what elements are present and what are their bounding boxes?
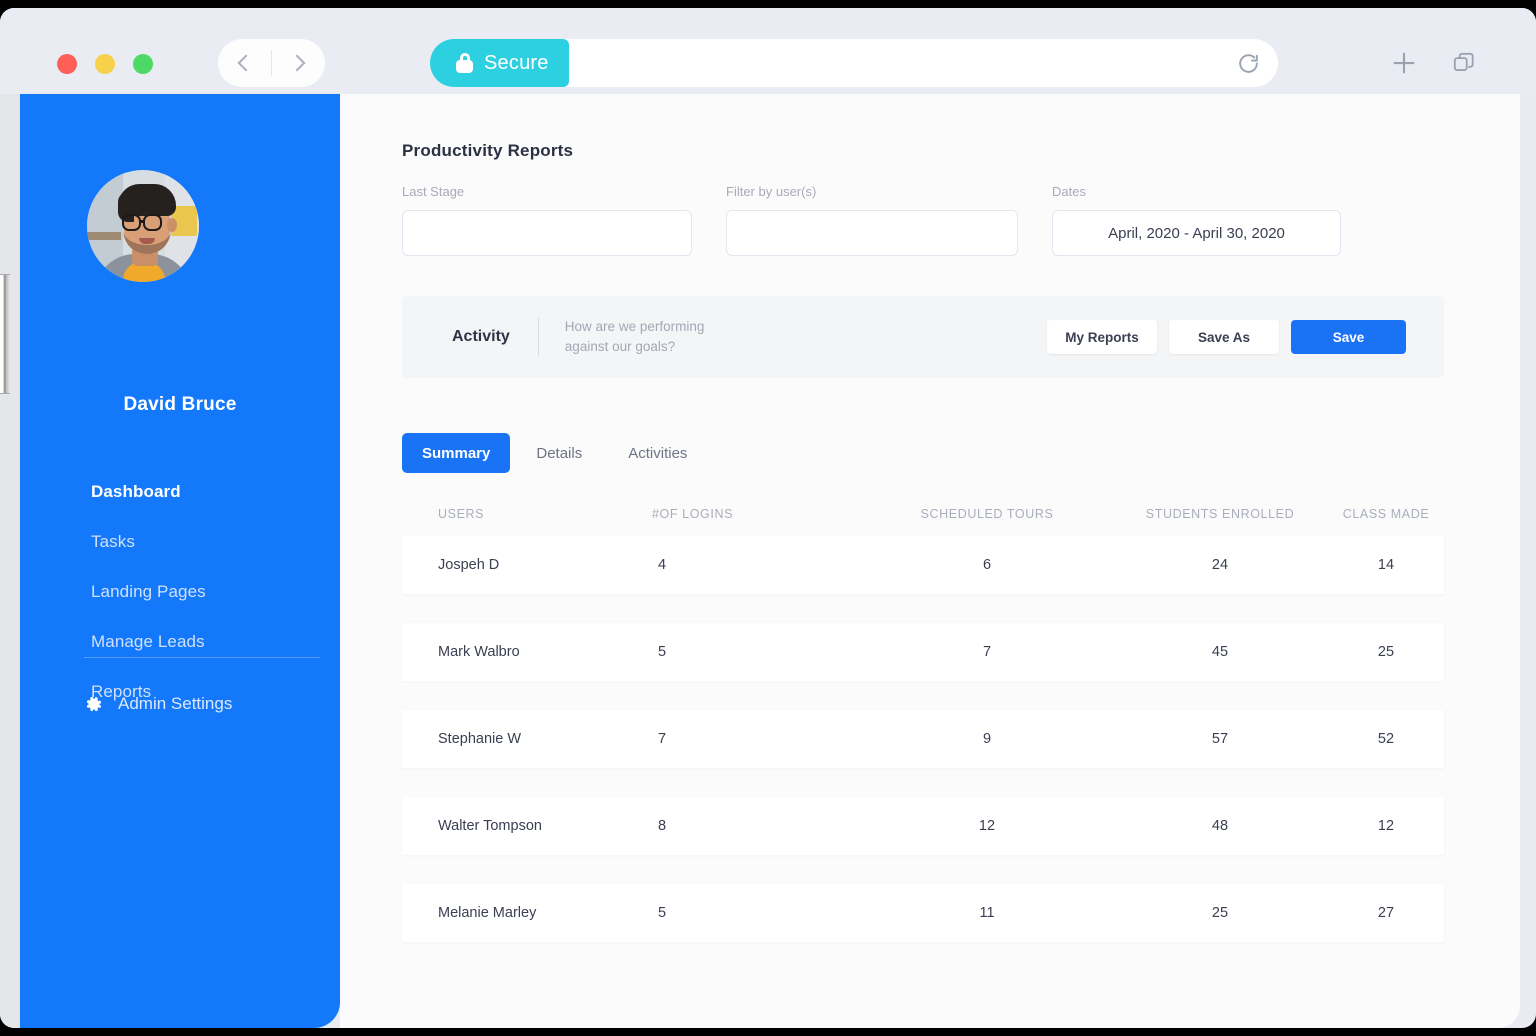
cell-user: Mark Walbro [438, 644, 520, 660]
table-row[interactable]: Melanie Marley 5 11 25 27 [402, 884, 1444, 942]
sidebar-item-admin-settings[interactable]: Admin Settings [84, 694, 232, 714]
field-dates-label: Dates [1052, 184, 1086, 199]
copy-tabs-icon [1453, 52, 1474, 71]
forward-button[interactable] [272, 39, 325, 87]
cell-user: Stephanie W [438, 731, 522, 747]
table-row[interactable]: Mark Walbro 5 7 45 25 [402, 623, 1444, 681]
maximize-window-button[interactable] [133, 54, 153, 74]
chevron-right-icon [288, 54, 306, 72]
cell-user: Jospeh D [438, 557, 500, 573]
lock-icon [456, 53, 473, 73]
reload-icon [1238, 53, 1258, 73]
activity-subtitle-line1: How are we performing [564, 318, 705, 334]
field-users-label: Filter by user(s) [726, 184, 817, 199]
secure-label: Secure [484, 51, 549, 74]
sidebar-item-manage-leads[interactable]: Manage Leads [20, 617, 340, 667]
sidebar-nav: Dashboard Tasks Landing Pages Manage Lea… [20, 467, 340, 717]
chevron-left-icon [237, 54, 255, 72]
minimize-window-button[interactable] [95, 54, 115, 74]
cell-enrolled: 45 [1211, 644, 1229, 660]
activity-divider [537, 318, 539, 356]
browser-toolbar: Secure [0, 8, 1536, 94]
gear-icon [86, 696, 102, 711]
field-last-stage: Last Stage [402, 184, 692, 256]
save-button[interactable]: Save [1291, 320, 1406, 354]
back-button[interactable] [218, 39, 271, 87]
secure-badge: Secure [430, 39, 569, 87]
cell-class-made: 12 [1377, 818, 1395, 834]
address-bar[interactable]: Secure [430, 39, 1278, 87]
field-filter-by-users: Filter by user(s) [726, 184, 1018, 256]
tab-activities[interactable]: Activities [608, 433, 707, 473]
activity-subtitle: How are we performing against our goals? [565, 317, 705, 358]
summary-table: USERS #OF LOGINS SCHEDULED TOURS STUDENT… [402, 492, 1444, 971]
cell-tours: 11 [979, 905, 995, 921]
cell-tours: 7 [982, 644, 992, 660]
tab-details[interactable]: Details [516, 433, 602, 473]
avatar [87, 170, 199, 282]
page-left-gutter [0, 94, 20, 1028]
app-viewport: David Bruce Dashboard Tasks Landing Page… [0, 94, 1536, 1028]
dates-input[interactable]: April, 2020 - April 30, 2020 [1052, 210, 1341, 256]
sidebar-item-landing-pages[interactable]: Landing Pages [20, 567, 340, 617]
reload-button[interactable] [1218, 39, 1278, 87]
filter-by-users-input[interactable] [726, 210, 1018, 256]
browser-window: Secure David Bruce Dashboard Tasks Landi… [0, 8, 1536, 1028]
tab-bar: Summary Details Activities [402, 433, 707, 473]
sidebar-item-tasks[interactable]: Tasks [20, 517, 340, 567]
column-header-students-enrolled: STUDENTS ENROLLED [1145, 507, 1295, 521]
activity-bar: Activity How are we performing against o… [402, 296, 1444, 378]
main-content: Productivity Reports Last Stage Filter b… [340, 94, 1520, 1028]
cell-enrolled: 48 [1211, 818, 1229, 834]
new-tab-button[interactable] [1387, 46, 1421, 80]
my-reports-button[interactable]: My Reports [1047, 320, 1157, 354]
cell-logins: 7 [658, 731, 667, 747]
table-row[interactable]: Stephanie W 7 9 57 52 [402, 710, 1444, 768]
activity-subtitle-line2: against our goals? [564, 339, 676, 354]
plus-icon [1393, 52, 1415, 74]
column-header-users: USERS [438, 507, 485, 521]
field-dates: Dates April, 2020 - April 30, 2020 [1052, 184, 1341, 256]
close-window-button[interactable] [57, 54, 77, 74]
field-last-stage-label: Last Stage [402, 184, 465, 199]
column-header-logins: #OF LOGINS [652, 507, 734, 521]
cell-tours: 9 [982, 731, 992, 747]
sidebar-divider [84, 657, 320, 658]
table-row[interactable]: Walter Tompson 8 12 48 12 [402, 797, 1444, 855]
last-stage-input[interactable] [402, 210, 692, 256]
cell-class-made: 14 [1377, 557, 1395, 573]
filter-row: Last Stage Filter by user(s) Dates April… [402, 184, 1341, 256]
cell-logins: 8 [658, 818, 667, 834]
save-as-button[interactable]: Save As [1169, 320, 1279, 354]
cell-tours: 12 [978, 818, 996, 834]
tab-overview-button[interactable] [1447, 46, 1481, 80]
sidebar-item-dashboard[interactable]: Dashboard [20, 467, 340, 517]
cell-user: Walter Tompson [438, 818, 542, 834]
cell-enrolled: 24 [1211, 557, 1229, 573]
cell-tours: 6 [982, 557, 992, 573]
cell-logins: 5 [658, 644, 667, 660]
cell-logins: 5 [658, 905, 667, 921]
navigation-buttons [218, 39, 325, 87]
page-title: Productivity Reports [402, 141, 574, 160]
activity-actions: My Reports Save As Save [1047, 320, 1406, 354]
cell-user: Melanie Marley [438, 905, 537, 921]
table-row[interactable]: Jospeh D 4 6 24 14 [402, 536, 1444, 594]
column-header-scheduled-tours: SCHEDULED TOURS [920, 507, 1054, 521]
cell-class-made: 25 [1377, 644, 1395, 660]
sidebar: David Bruce Dashboard Tasks Landing Page… [20, 94, 340, 1028]
tab-summary[interactable]: Summary [402, 433, 511, 473]
column-header-class-made: CLASS MADE [1342, 507, 1430, 521]
admin-settings-label: Admin Settings [118, 694, 233, 713]
cell-enrolled: 57 [1211, 731, 1229, 747]
activity-title: Activity [452, 328, 510, 345]
cell-class-made: 52 [1377, 731, 1395, 747]
cell-logins: 4 [658, 557, 667, 573]
window-controls [57, 54, 153, 74]
table-header-row: USERS #OF LOGINS SCHEDULED TOURS STUDENT… [402, 492, 1444, 536]
cell-class-made: 27 [1377, 905, 1395, 921]
sidebar-username: David Bruce [123, 394, 237, 415]
cell-enrolled: 25 [1211, 905, 1229, 921]
vertical-scrollbar[interactable] [0, 274, 10, 394]
